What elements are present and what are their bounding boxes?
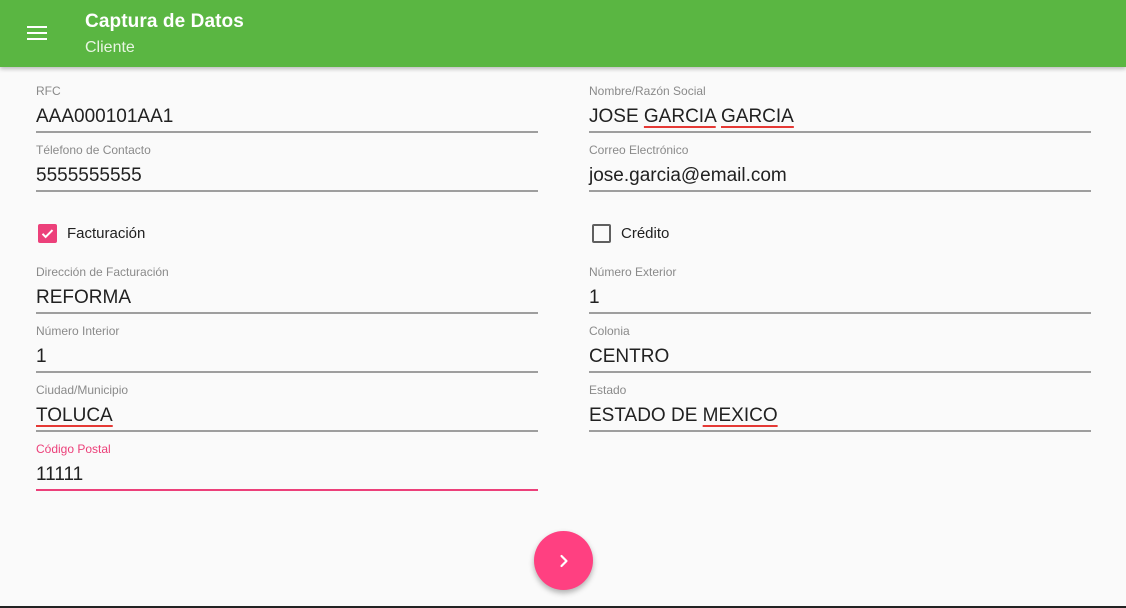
num-interior-underline	[36, 371, 538, 373]
direccion-label: Dirección de Facturación	[36, 265, 169, 279]
page-title: Captura de Datos	[85, 11, 244, 32]
telefono-input[interactable]: 5555555555	[36, 165, 538, 187]
direccion-input[interactable]: REFORMA	[36, 287, 538, 309]
correo-underline	[589, 190, 1091, 192]
codigo-postal-underline	[36, 489, 538, 491]
ciudad-input[interactable]: TOLUCA	[36, 405, 538, 427]
credito-checkbox[interactable]: Crédito	[592, 221, 669, 245]
estado-underline	[589, 430, 1091, 432]
num-exterior-input[interactable]: 1	[589, 287, 1091, 309]
credito-label: Crédito	[621, 224, 670, 242]
num-exterior-field[interactable]: Número Exterior 1	[589, 265, 1091, 323]
app-screen: Captura de Datos Cliente RFC AAA000101AA…	[0, 0, 1126, 608]
direccion-underline	[36, 312, 538, 314]
nombre-misspelled-word: GARCIA	[721, 106, 794, 127]
num-exterior-label: Número Exterior	[589, 265, 677, 279]
estado-field[interactable]: Estado ESTADO DE MEXICO	[589, 383, 1091, 441]
menu-icon[interactable]	[22, 18, 52, 48]
facturacion-label: Facturación	[67, 224, 146, 242]
nombre-misspelled-word: GARCIA	[643, 106, 716, 127]
estado-input[interactable]: ESTADO DE MEXICO	[589, 405, 1091, 427]
checkbox-checked-icon[interactable]	[38, 223, 57, 243]
codigo-postal-field[interactable]: Código Postal 11111	[36, 442, 538, 500]
colonia-field[interactable]: Colonia CENTRO	[589, 324, 1091, 382]
ciudad-label: Ciudad/Municipio	[36, 383, 129, 397]
rfc-underline	[36, 131, 538, 133]
telefono-field[interactable]: Télefono de Contacto 5555555555	[36, 143, 538, 201]
nombre-input[interactable]: JOSE GARCIA GARCIA	[589, 106, 1091, 128]
ciudad-field[interactable]: Ciudad/Municipio TOLUCA	[36, 383, 538, 441]
codigo-postal-input[interactable]: 11111	[36, 464, 538, 486]
correo-label: Correo Electrónico	[589, 143, 689, 157]
chevron-right-icon	[559, 554, 568, 567]
direccion-field[interactable]: Dirección de Facturación REFORMA	[36, 265, 538, 323]
nombre-value-part: JOSE	[589, 106, 644, 127]
ciudad-misspelled-word: TOLUCA	[36, 405, 113, 426]
checkbox-unchecked-icon[interactable]	[592, 223, 611, 243]
colonia-underline	[589, 371, 1091, 373]
rfc-field[interactable]: RFC AAA000101AA1	[36, 84, 538, 142]
num-interior-input[interactable]: 1	[36, 346, 538, 368]
rfc-label: RFC	[36, 84, 61, 98]
facturacion-checkbox[interactable]: Facturación	[38, 221, 145, 245]
telefono-label: Télefono de Contacto	[36, 143, 151, 157]
colonia-label: Colonia	[589, 324, 630, 338]
num-exterior-underline	[589, 312, 1091, 314]
app-bar: Captura de Datos Cliente	[0, 0, 1126, 67]
correo-input[interactable]: jose.garcia@email.com	[589, 165, 1091, 187]
estado-misspelled-word: MEXICO	[702, 405, 778, 426]
page-subtitle: Cliente	[85, 39, 135, 56]
correo-field[interactable]: Correo Electrónico jose.garcia@email.com	[589, 143, 1091, 201]
num-interior-field[interactable]: Número Interior 1	[36, 324, 538, 382]
estado-value-part: ESTADO DE	[589, 405, 703, 426]
colonia-input[interactable]: CENTRO	[589, 346, 1091, 368]
nombre-field[interactable]: Nombre/Razón Social JOSE GARCIA GARCIA	[589, 84, 1091, 142]
next-button[interactable]	[534, 531, 593, 590]
telefono-underline	[36, 190, 538, 192]
estado-label: Estado	[589, 383, 627, 397]
nombre-underline	[589, 131, 1091, 133]
nombre-label: Nombre/Razón Social	[589, 84, 706, 98]
rfc-input[interactable]: AAA000101AA1	[36, 106, 538, 128]
ciudad-underline	[36, 430, 538, 432]
codigo-postal-label: Código Postal	[36, 442, 111, 456]
num-interior-label: Número Interior	[36, 324, 120, 338]
